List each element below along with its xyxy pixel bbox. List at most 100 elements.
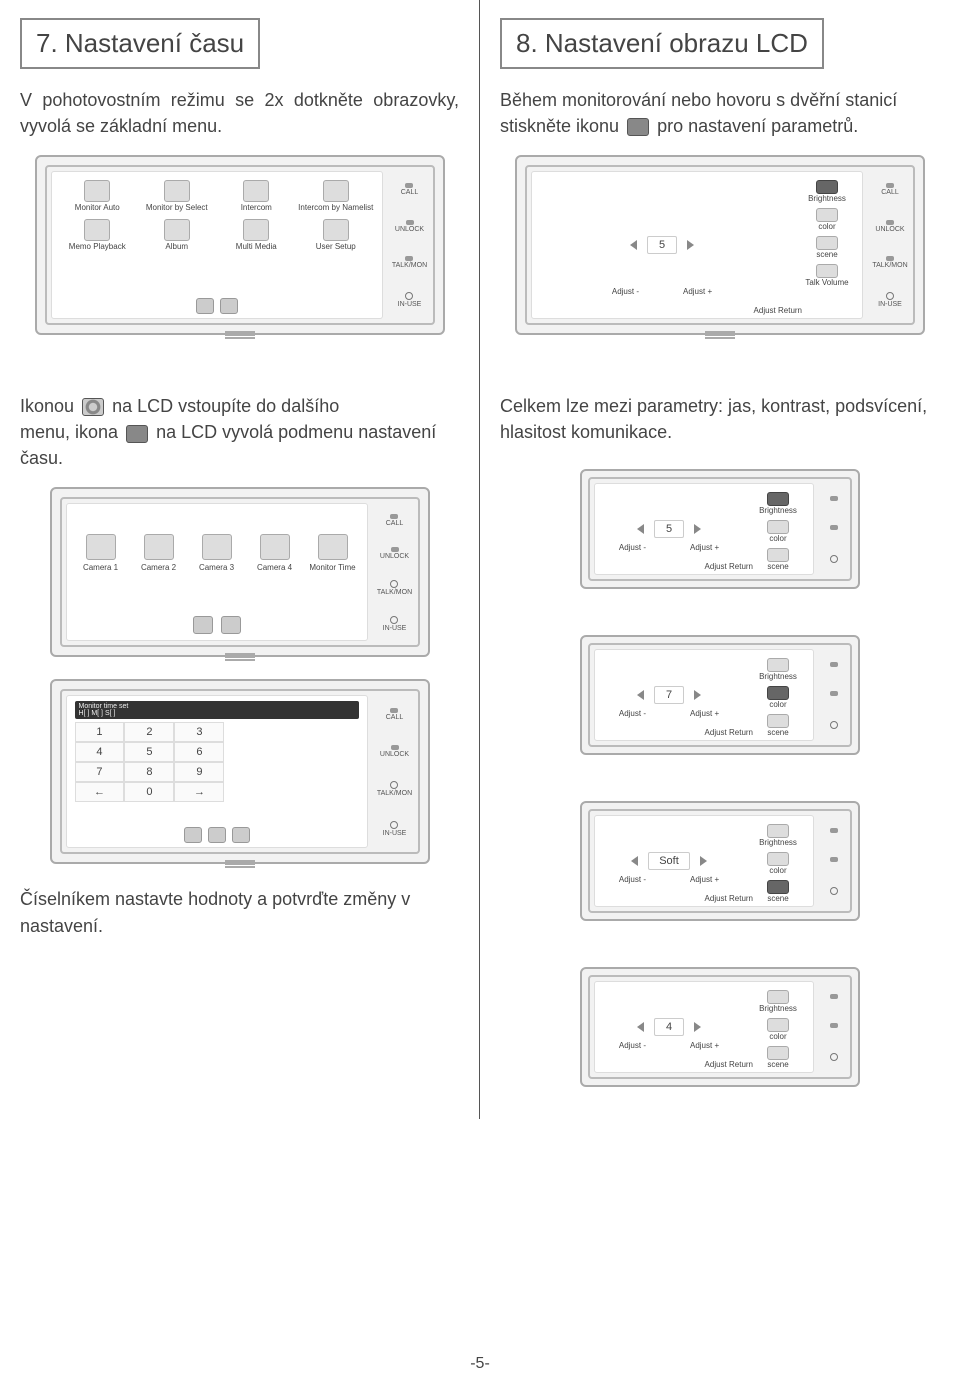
adjust-return[interactable]: Adjust Return xyxy=(705,1060,753,1069)
device-main-menu: Monitor Auto Monitor by Select Intercom … xyxy=(35,155,445,335)
param-scene[interactable]: scene xyxy=(794,236,860,259)
menu-intercom[interactable]: Intercom xyxy=(217,180,297,213)
key-6[interactable]: 6 xyxy=(174,742,224,762)
adjust-plus-icon[interactable] xyxy=(694,1022,701,1032)
device-adjust-main: 5 Adjust - Adjust + Brightness color scen… xyxy=(515,155,925,335)
param-brightness[interactable]: Brightness xyxy=(745,824,811,847)
param-scene[interactable]: scene xyxy=(745,548,811,571)
camera-2[interactable]: Camera 2 xyxy=(131,534,187,572)
led-call: CALL xyxy=(881,182,899,196)
color-icon xyxy=(816,208,838,222)
param-brightness[interactable]: Brightness xyxy=(745,990,811,1013)
adjust-plus-icon[interactable] xyxy=(694,690,701,700)
param-brightness[interactable]: Brightness xyxy=(794,180,860,203)
led-inuse: IN-USE xyxy=(383,820,407,837)
adjust-value: 7 xyxy=(654,686,684,704)
param-brightness[interactable]: Brightness xyxy=(745,658,811,681)
back-icon[interactable] xyxy=(232,827,250,843)
led-call: CALL xyxy=(401,182,419,196)
brightness-icon xyxy=(816,180,838,194)
power-icon[interactable] xyxy=(220,298,238,314)
param-scene[interactable]: scene xyxy=(745,714,811,737)
led-inuse: IN-USE xyxy=(398,291,422,308)
adjust-plus-label: Adjust + xyxy=(683,287,712,296)
key-8[interactable]: 8 xyxy=(124,762,174,782)
param-scene[interactable]: scene xyxy=(745,1046,811,1069)
param-color[interactable]: color xyxy=(745,1018,811,1041)
param-color[interactable]: color xyxy=(745,520,811,543)
home-icon[interactable] xyxy=(208,827,226,843)
device-adjust-brightness: 5 Adjust -Adjust + Brightness color scen… xyxy=(580,469,860,589)
camera-1[interactable]: Camera 1 xyxy=(73,534,129,572)
home-icon[interactable] xyxy=(193,616,213,634)
device-adjust-volume: 4 Adjust -Adjust + Brightness color scen… xyxy=(580,967,860,1087)
led-inuse: IN-USE xyxy=(383,615,407,632)
adjust-minus-icon[interactable] xyxy=(631,856,638,866)
keypad-header: Monitor time set H[ ] M[ ] S[ ] xyxy=(75,701,359,719)
led-unlock: UNLOCK xyxy=(380,546,409,560)
param-talk-volume[interactable]: Talk Volume xyxy=(794,264,860,287)
menu-album[interactable]: Album xyxy=(137,219,217,252)
key-fwd[interactable]: → xyxy=(174,782,224,802)
adjust-plus-icon[interactable] xyxy=(694,524,701,534)
key-3[interactable]: 3 xyxy=(174,722,224,742)
key-4[interactable]: 4 xyxy=(75,742,125,762)
led-unlock: UNLOCK xyxy=(875,219,904,233)
monitor-time[interactable]: Monitor Time xyxy=(305,534,361,572)
adjust-plus-icon[interactable] xyxy=(687,240,694,250)
key-5[interactable]: 5 xyxy=(124,742,174,762)
led-talkmon: TALK/MON xyxy=(377,579,412,596)
device-camera-menu: Camera 1 Camera 2 Camera 3 Camera 4 Moni… xyxy=(50,487,430,657)
camera-icon xyxy=(144,534,174,560)
adjust-minus-icon[interactable] xyxy=(637,690,644,700)
home-icon[interactable] xyxy=(196,298,214,314)
section-8-body: Během monitorování nebo hovoru s dvěřní … xyxy=(500,87,940,139)
volume-icon xyxy=(816,264,838,278)
adjust-return[interactable]: Adjust Return xyxy=(705,562,753,571)
adjust-value: 5 xyxy=(647,236,677,254)
led-talkmon: TALK/MON xyxy=(392,255,427,269)
camera-icon xyxy=(84,180,110,202)
key-2[interactable]: 2 xyxy=(124,722,174,742)
camera-icon xyxy=(86,534,116,560)
adjust-minus-icon[interactable] xyxy=(637,1022,644,1032)
key-9[interactable]: 9 xyxy=(174,762,224,782)
param-color[interactable]: color xyxy=(745,852,811,875)
key-0[interactable]: 0 xyxy=(124,782,174,802)
param-brightness[interactable]: Brightness xyxy=(745,492,811,515)
list-icon xyxy=(323,180,349,202)
speaker-grille xyxy=(225,653,255,665)
confirm-icon[interactable] xyxy=(184,827,202,843)
page-number: -5- xyxy=(470,1355,490,1373)
scene-icon xyxy=(816,236,838,250)
section-7-mid-text: Ikonou na LCD vstoupíte do dalšího menu,… xyxy=(20,393,459,471)
adjust-minus-icon[interactable] xyxy=(630,240,637,250)
adjust-value: 5 xyxy=(654,520,684,538)
adjust-return[interactable]: Adjust Return xyxy=(705,728,753,737)
menu-monitor-select[interactable]: Monitor by Select xyxy=(137,180,217,213)
menu-multimedia[interactable]: Multi Media xyxy=(217,219,297,252)
camera-4[interactable]: Camera 4 xyxy=(247,534,303,572)
speaker-grille xyxy=(225,331,255,343)
key-7[interactable]: 7 xyxy=(75,762,125,782)
menu-intercom-namelist[interactable]: Intercom by Namelist xyxy=(296,180,376,213)
menu-monitor-auto[interactable]: Monitor Auto xyxy=(58,180,138,213)
adjust-minus-label: Adjust - xyxy=(612,287,639,296)
menu-memo-playback[interactable]: Memo Playback xyxy=(58,219,138,252)
section-8-mid-text: Celkem lze mezi parametry: jas, kontrast… xyxy=(500,393,940,445)
adjust-icon xyxy=(627,118,649,136)
camera-3[interactable]: Camera 3 xyxy=(189,534,245,572)
adjust-minus-icon[interactable] xyxy=(637,524,644,534)
device-adjust-color: 7 Adjust -Adjust + Brightness color scen… xyxy=(580,635,860,755)
menu-user-setup[interactable]: User Setup xyxy=(296,219,376,252)
speaker-grille xyxy=(225,860,255,872)
adjust-return[interactable]: Adjust Return xyxy=(754,306,802,315)
key-1[interactable]: 1 xyxy=(75,722,125,742)
param-color[interactable]: color xyxy=(745,686,811,709)
param-color[interactable]: color xyxy=(794,208,860,231)
key-back[interactable]: ← xyxy=(75,782,125,802)
adjust-plus-icon[interactable] xyxy=(700,856,707,866)
param-scene[interactable]: scene xyxy=(745,880,811,903)
adjust-return[interactable]: Adjust Return xyxy=(705,894,753,903)
back-icon[interactable] xyxy=(221,616,241,634)
